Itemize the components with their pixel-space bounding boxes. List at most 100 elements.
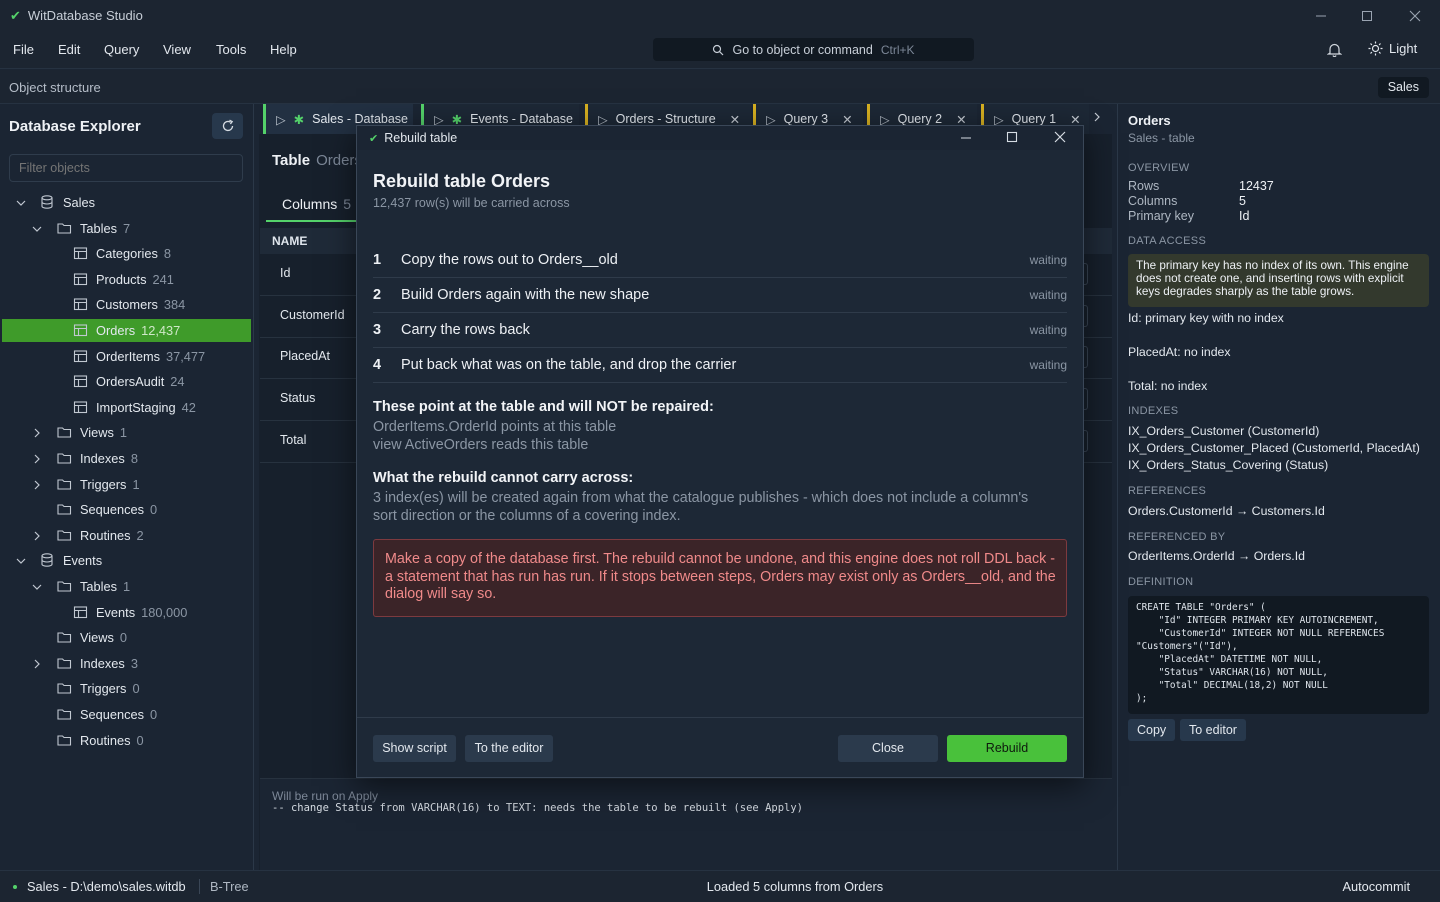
chevron-right-icon[interactable] [31, 453, 43, 465]
app-logo-icon: ✔ [369, 132, 379, 145]
data-access-heading: DATA ACCESS [1128, 235, 1207, 247]
tree-table-events[interactable]: Events 180,000 [2, 601, 251, 624]
tree-item-text: Indexes 8 [80, 451, 138, 466]
command-search-label: Go to object or command [732, 42, 873, 57]
apply-label: Will be run on Apply [272, 789, 379, 803]
show-script-button[interactable]: Show script [373, 735, 456, 762]
tree-folder-sequences[interactable]: Sequences 0 [2, 703, 251, 726]
object-structure-label: Object structure [9, 80, 101, 95]
tree-folder-indexes[interactable]: Indexes 3 [2, 652, 251, 675]
tree-item-count: 0 [136, 732, 144, 748]
details-panel: Orders Sales - table OVERVIEW Rows 12437… [1117, 104, 1440, 870]
tree-item-label: OrdersAudit [96, 374, 165, 390]
theme-toggle-button[interactable]: Light [1368, 41, 1417, 56]
minimize-button[interactable] [1298, 0, 1344, 31]
menu-file[interactable]: File [13, 42, 34, 57]
tree-folder-routines[interactable]: Routines 0 [2, 729, 251, 752]
chevron-down-icon[interactable] [15, 555, 27, 567]
tree-table-importstaging[interactable]: ImportStaging 42 [2, 396, 251, 419]
primary-key-warning: The primary key has no index of its own.… [1128, 254, 1429, 307]
tab-overflow-button[interactable] [1092, 110, 1102, 124]
transaction-mode[interactable]: Autocommit [1342, 879, 1410, 894]
tree-item-label: Triggers [80, 476, 127, 492]
tree-item-count: 24 [170, 374, 185, 390]
close-button[interactable]: Close [838, 735, 938, 762]
tree-folder-views[interactable]: Views 0 [2, 626, 251, 649]
tree-table-customers[interactable]: Customers 384 [2, 293, 251, 316]
folder-icon [57, 630, 72, 644]
tree-table-orders[interactable]: Orders 12,437 [2, 319, 251, 342]
menu-tools[interactable]: Tools [216, 42, 246, 57]
tree-item-label: Events [96, 604, 136, 620]
menu-edit[interactable]: Edit [58, 42, 80, 57]
copy-button[interactable]: Copy [1128, 719, 1176, 741]
tree-folder-tables[interactable]: Tables 1 [2, 575, 251, 598]
tab-label: Query 1 [1011, 112, 1057, 126]
reference-item: Orders.CustomerId → Customers.Id [1128, 504, 1325, 518]
tree-folder-triggers[interactable]: Triggers 1 [2, 473, 251, 496]
dialog-maximize-button[interactable] [1006, 130, 1018, 144]
close-icon [1409, 10, 1421, 21]
maximize-icon [1006, 131, 1018, 143]
tree-table-categories[interactable]: Categories 8 [2, 242, 251, 265]
tree-table-ordersaudit[interactable]: OrdersAudit 24 [2, 370, 251, 393]
chevron-right-icon[interactable] [31, 530, 43, 542]
tree-folder-routines[interactable]: Routines 2 [2, 524, 251, 547]
overview-heading: OVERVIEW [1128, 162, 1190, 174]
tree-item-label: Tables [80, 579, 117, 594]
command-search-shortcut: Ctrl+K [880, 42, 915, 57]
tab-columns[interactable]: Columns 5 [266, 188, 358, 222]
chevron-down-icon[interactable] [31, 223, 43, 235]
menu-query[interactable]: Query [104, 42, 139, 57]
database-chip[interactable]: Sales [1377, 77, 1429, 98]
column-name: Id [280, 266, 291, 280]
database-icon: ✱ [293, 112, 305, 127]
tree-folder-views[interactable]: Views 1 [2, 421, 251, 444]
dialog-minimize-button[interactable] [960, 130, 972, 144]
access-note: PlacedAt: no index [1128, 345, 1231, 359]
command-search[interactable]: Go to object or command Ctrl+K [653, 38, 974, 61]
tree-item-text: Categories 8 [96, 246, 171, 261]
step-state: waiting [1029, 323, 1067, 337]
folder-icon [57, 502, 72, 516]
step-number: 4 [373, 357, 382, 373]
menu-help[interactable]: Help [270, 42, 297, 57]
overview-key: Primary key [1128, 209, 1194, 223]
step-text: Copy the rows out to Orders__old [401, 252, 618, 268]
tree-folder-tables[interactable]: Tables 7 [2, 217, 251, 240]
database-explorer: Database Explorer Sales Tables 7 Categories… [0, 104, 254, 870]
tree-folder-sequences[interactable]: Sequences 0 [2, 498, 251, 521]
cannot-carry-text: 3 index(es) will be created again from w… [373, 490, 1029, 524]
tree-item-label: Routines [80, 732, 131, 748]
chevron-right-icon[interactable] [31, 427, 43, 439]
menu-view[interactable]: View [163, 42, 191, 57]
tree-folder-indexes[interactable]: Indexes 8 [2, 447, 251, 470]
tree-database-sales[interactable]: Sales [2, 191, 251, 214]
tree-table-products[interactable]: Products 241 [2, 268, 251, 291]
chevron-right-icon[interactable] [31, 479, 43, 491]
overview-key: Rows [1128, 179, 1160, 193]
tree-item-text: Views 0 [80, 630, 127, 645]
tree-item-label: Indexes [80, 451, 125, 466]
filter-objects-input[interactable] [9, 154, 243, 182]
rebuild-button[interactable]: Rebuild [947, 735, 1067, 762]
tree-folder-triggers[interactable]: Triggers 0 [2, 677, 251, 700]
to-the-editor-button[interactable]: To the editor [465, 735, 553, 762]
overview-value: Id [1239, 209, 1250, 223]
chevron-right-icon[interactable] [31, 658, 43, 670]
not-repaired-item: view ActiveOrders reads this table [373, 437, 589, 453]
maximize-button[interactable] [1344, 0, 1390, 31]
refresh-button[interactable] [212, 113, 243, 139]
chevron-down-icon[interactable] [15, 197, 27, 209]
step-number: 1 [373, 252, 382, 268]
dialog-close-button[interactable] [1054, 130, 1066, 144]
close-window-button[interactable] [1392, 0, 1438, 31]
tree-database-events[interactable]: Events [2, 549, 251, 572]
notifications-button[interactable] [1327, 42, 1342, 57]
tree-item-count: 42 [181, 399, 196, 415]
tree-table-orderitems[interactable]: OrderItems 37,477 [2, 345, 251, 368]
step-number: 2 [373, 287, 382, 303]
chevron-down-icon[interactable] [31, 581, 43, 593]
to-editor-button[interactable]: To editor [1180, 719, 1246, 741]
app-logo-icon: ✔ [10, 7, 21, 23]
